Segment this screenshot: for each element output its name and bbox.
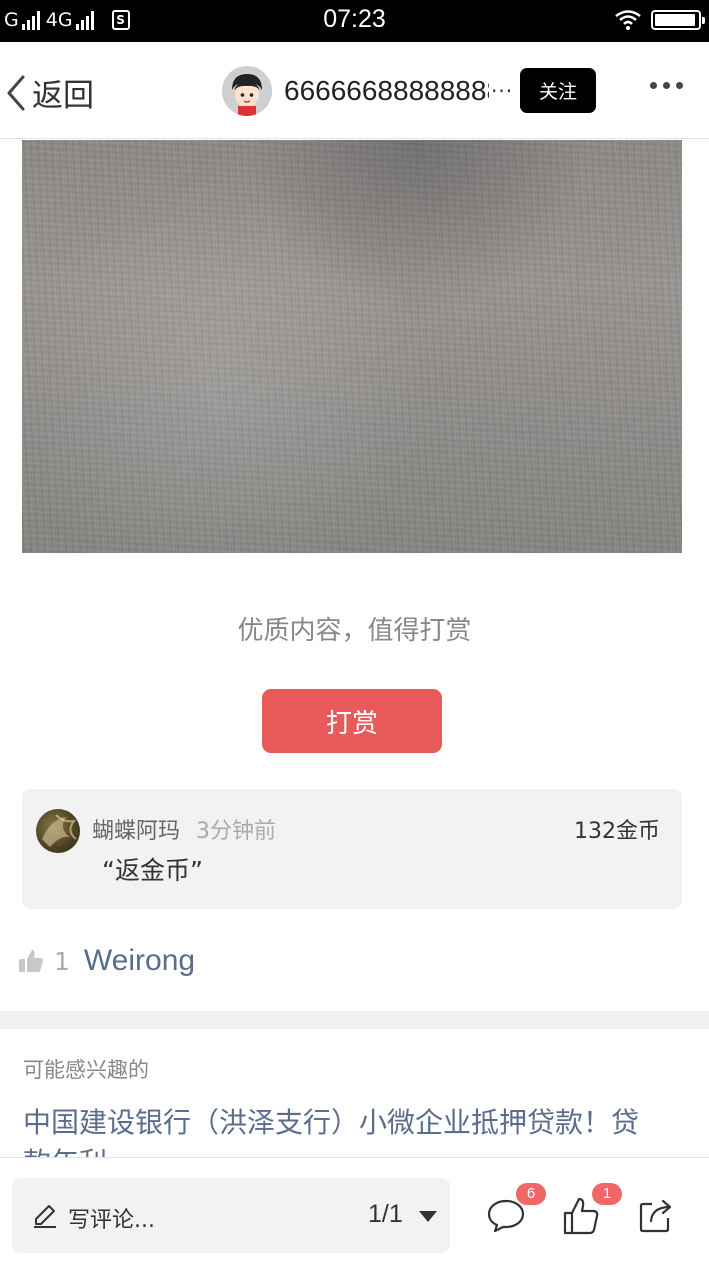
- share-button[interactable]: [638, 1196, 676, 1238]
- post-image[interactable]: [22, 140, 682, 553]
- status-bar: G 4G S 07:23: [0, 0, 709, 42]
- likes-row: 1 Weirong: [18, 944, 195, 978]
- more-options-icon[interactable]: [650, 82, 683, 89]
- tip-amount: 132金币: [574, 819, 660, 844]
- reward-button[interactable]: 打赏: [262, 689, 442, 753]
- tipper-name[interactable]: 蝴蝶阿玛: [92, 813, 180, 845]
- tip-message: “返金币”: [102, 856, 203, 885]
- like-count: 1: [54, 946, 70, 976]
- back-label: 返回: [32, 78, 94, 114]
- recommend-item-continued[interactable]: 款年利...: [23, 1143, 134, 1157]
- nav-bar: 返回 66666688888888 ··· 关注: [0, 42, 709, 139]
- battery-fill: [655, 14, 695, 26]
- cartoon-face-icon: [222, 66, 272, 116]
- thumbs-up-icon[interactable]: [18, 948, 44, 974]
- dropdown-arrow-icon[interactable]: [419, 1211, 437, 1222]
- chevron-left-icon: [7, 75, 25, 110]
- ellipsis-text: ···: [491, 79, 514, 103]
- reward-record-card: 蝴蝶阿玛 3分钟前 132金币 “返金币”: [22, 789, 682, 909]
- status-time: 07:23: [323, 5, 386, 33]
- share-icon: [639, 1199, 672, 1233]
- author-name: 66666688888888: [284, 75, 489, 106]
- thumbs-up-outline-icon: [563, 1197, 599, 1235]
- author-info[interactable]: 66666688888888 ···: [222, 66, 513, 116]
- reward-prompt: 优质内容，值得打赏: [237, 616, 472, 646]
- wifi-icon: [615, 10, 641, 30]
- comment-bubble-icon: [487, 1199, 525, 1233]
- comment-input[interactable]: 写评论... 1/1: [12, 1178, 450, 1253]
- comment-placeholder: 写评论...: [68, 1208, 155, 1233]
- tipper-avatar[interactable]: [36, 809, 80, 853]
- like-button[interactable]: [562, 1196, 600, 1240]
- battery-icon: [651, 10, 705, 30]
- status-right: [615, 8, 705, 32]
- tipper-avatar-image: [42, 814, 77, 847]
- liker-name[interactable]: Weirong: [84, 944, 195, 978]
- back-button[interactable]: 返回: [6, 70, 94, 115]
- page-indicator[interactable]: 1/1: [368, 1200, 403, 1229]
- bottom-bar: 写评论... 1/1 6 1: [0, 1157, 709, 1274]
- comments-button[interactable]: [486, 1198, 526, 1238]
- tip-time: 3分钟前: [196, 819, 276, 844]
- section-divider: [0, 1011, 709, 1029]
- like-count-badge: 1: [592, 1183, 622, 1205]
- author-avatar[interactable]: [222, 66, 272, 116]
- follow-button[interactable]: 关注: [520, 68, 596, 113]
- comment-count-badge: 6: [516, 1183, 546, 1205]
- pen-icon: [34, 1205, 56, 1228]
- recommend-title: 可能感兴趣的: [23, 1058, 149, 1082]
